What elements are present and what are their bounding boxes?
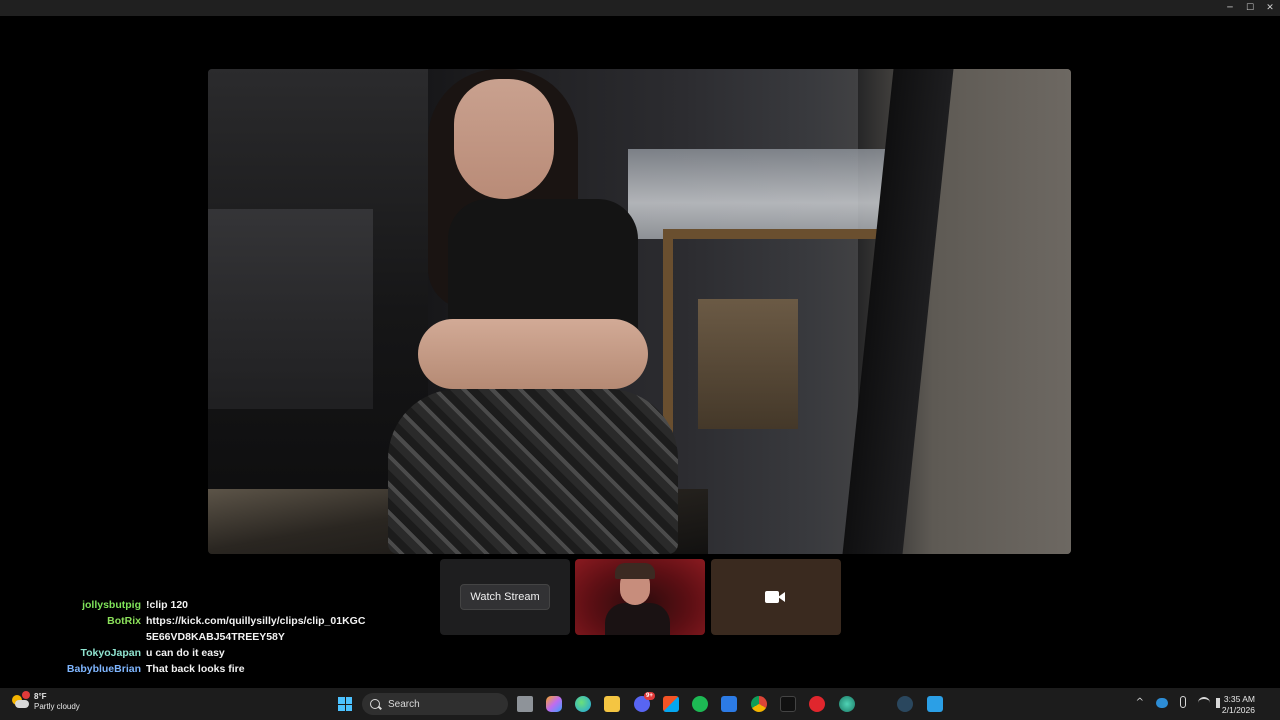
chat-username: BabyblueBrian (66, 663, 141, 675)
participant-video-tile[interactable] (575, 559, 705, 635)
globe-icon[interactable] (839, 696, 855, 712)
task-view-icon[interactable] (517, 696, 533, 712)
chat-message: BabyblueBrian That back looks fire (60, 661, 380, 677)
spotify-icon[interactable] (692, 696, 708, 712)
f-app-icon[interactable] (927, 696, 943, 712)
chat-text: u can do it easy (146, 647, 225, 659)
weather-icon (12, 691, 30, 711)
chat-username: jollysbutpig (82, 599, 141, 611)
clock[interactable]: 3:35 AM 2/1/2026 (1222, 694, 1255, 716)
close-button[interactable]: ✕ (1260, 0, 1280, 16)
weather-condition: Partly cloudy (34, 702, 80, 711)
chat-text: https://kick.com/quillysilly/clips/clip_… (146, 615, 366, 643)
minimize-button[interactable]: ─ (1220, 0, 1240, 16)
clock-time: 3:35 AM (1223, 694, 1255, 704)
watch-stream-tile[interactable]: Watch Stream (440, 559, 570, 635)
watch-stream-button[interactable]: Watch Stream (460, 584, 550, 610)
mail-icon[interactable] (721, 696, 737, 712)
steam-icon[interactable] (897, 696, 913, 712)
chat-username: TokyoJapan (80, 647, 142, 659)
wifi-icon[interactable] (1198, 697, 1210, 707)
camera-icon (765, 589, 787, 605)
microphone-icon[interactable] (1180, 696, 1186, 708)
taskbar: 8°F Partly cloudy Search 9+ ^ 3:35 AM 2/… (0, 688, 1280, 720)
chat-message: TokyoJapan u can do it easy (60, 645, 380, 661)
discord-notification-badge: 9+ (644, 692, 655, 700)
video-box (698, 299, 798, 429)
edge-icon[interactable] (575, 696, 591, 712)
chat-overlay: jollysbutpig !clip 120 BotRix https://ki… (60, 597, 380, 677)
file-explorer-icon[interactable] (604, 696, 620, 712)
search-placeholder: Search (388, 698, 420, 710)
search-box[interactable]: Search (362, 693, 508, 715)
weather-temperature: 8°F (34, 692, 47, 701)
maximize-button[interactable]: ☐ (1240, 0, 1260, 16)
tiktok-icon[interactable] (780, 696, 796, 712)
store-icon[interactable] (663, 696, 679, 712)
chat-username: BotRix (107, 615, 141, 627)
chat-text: That back looks fire (146, 663, 245, 675)
chat-text: !clip 120 (146, 599, 189, 611)
show-hidden-icons-button[interactable]: ^ (1136, 697, 1144, 708)
main-video-feed[interactable] (208, 69, 1071, 554)
chrome-icon[interactable] (751, 696, 767, 712)
copilot-icon[interactable] (546, 696, 562, 712)
clock-date: 2/1/2026 (1221, 705, 1255, 715)
title-bar: ─ ☐ ✕ (0, 0, 1280, 16)
video-person (388, 69, 708, 554)
chat-message: BotRix https://kick.com/quillysilly/clip… (60, 613, 380, 645)
onedrive-icon[interactable] (1156, 698, 1168, 708)
start-button[interactable] (338, 697, 352, 711)
chat-message: jollysbutpig !clip 120 (60, 597, 380, 613)
video-drawer (208, 209, 373, 409)
search-icon (370, 699, 380, 709)
weather-widget[interactable]: 8°F Partly cloudy (12, 691, 80, 712)
camera-off-tile[interactable] (711, 559, 841, 635)
system-tray: ^ 3:35 AM 2/1/2026 (1080, 688, 1280, 720)
opera-icon[interactable] (809, 696, 825, 712)
